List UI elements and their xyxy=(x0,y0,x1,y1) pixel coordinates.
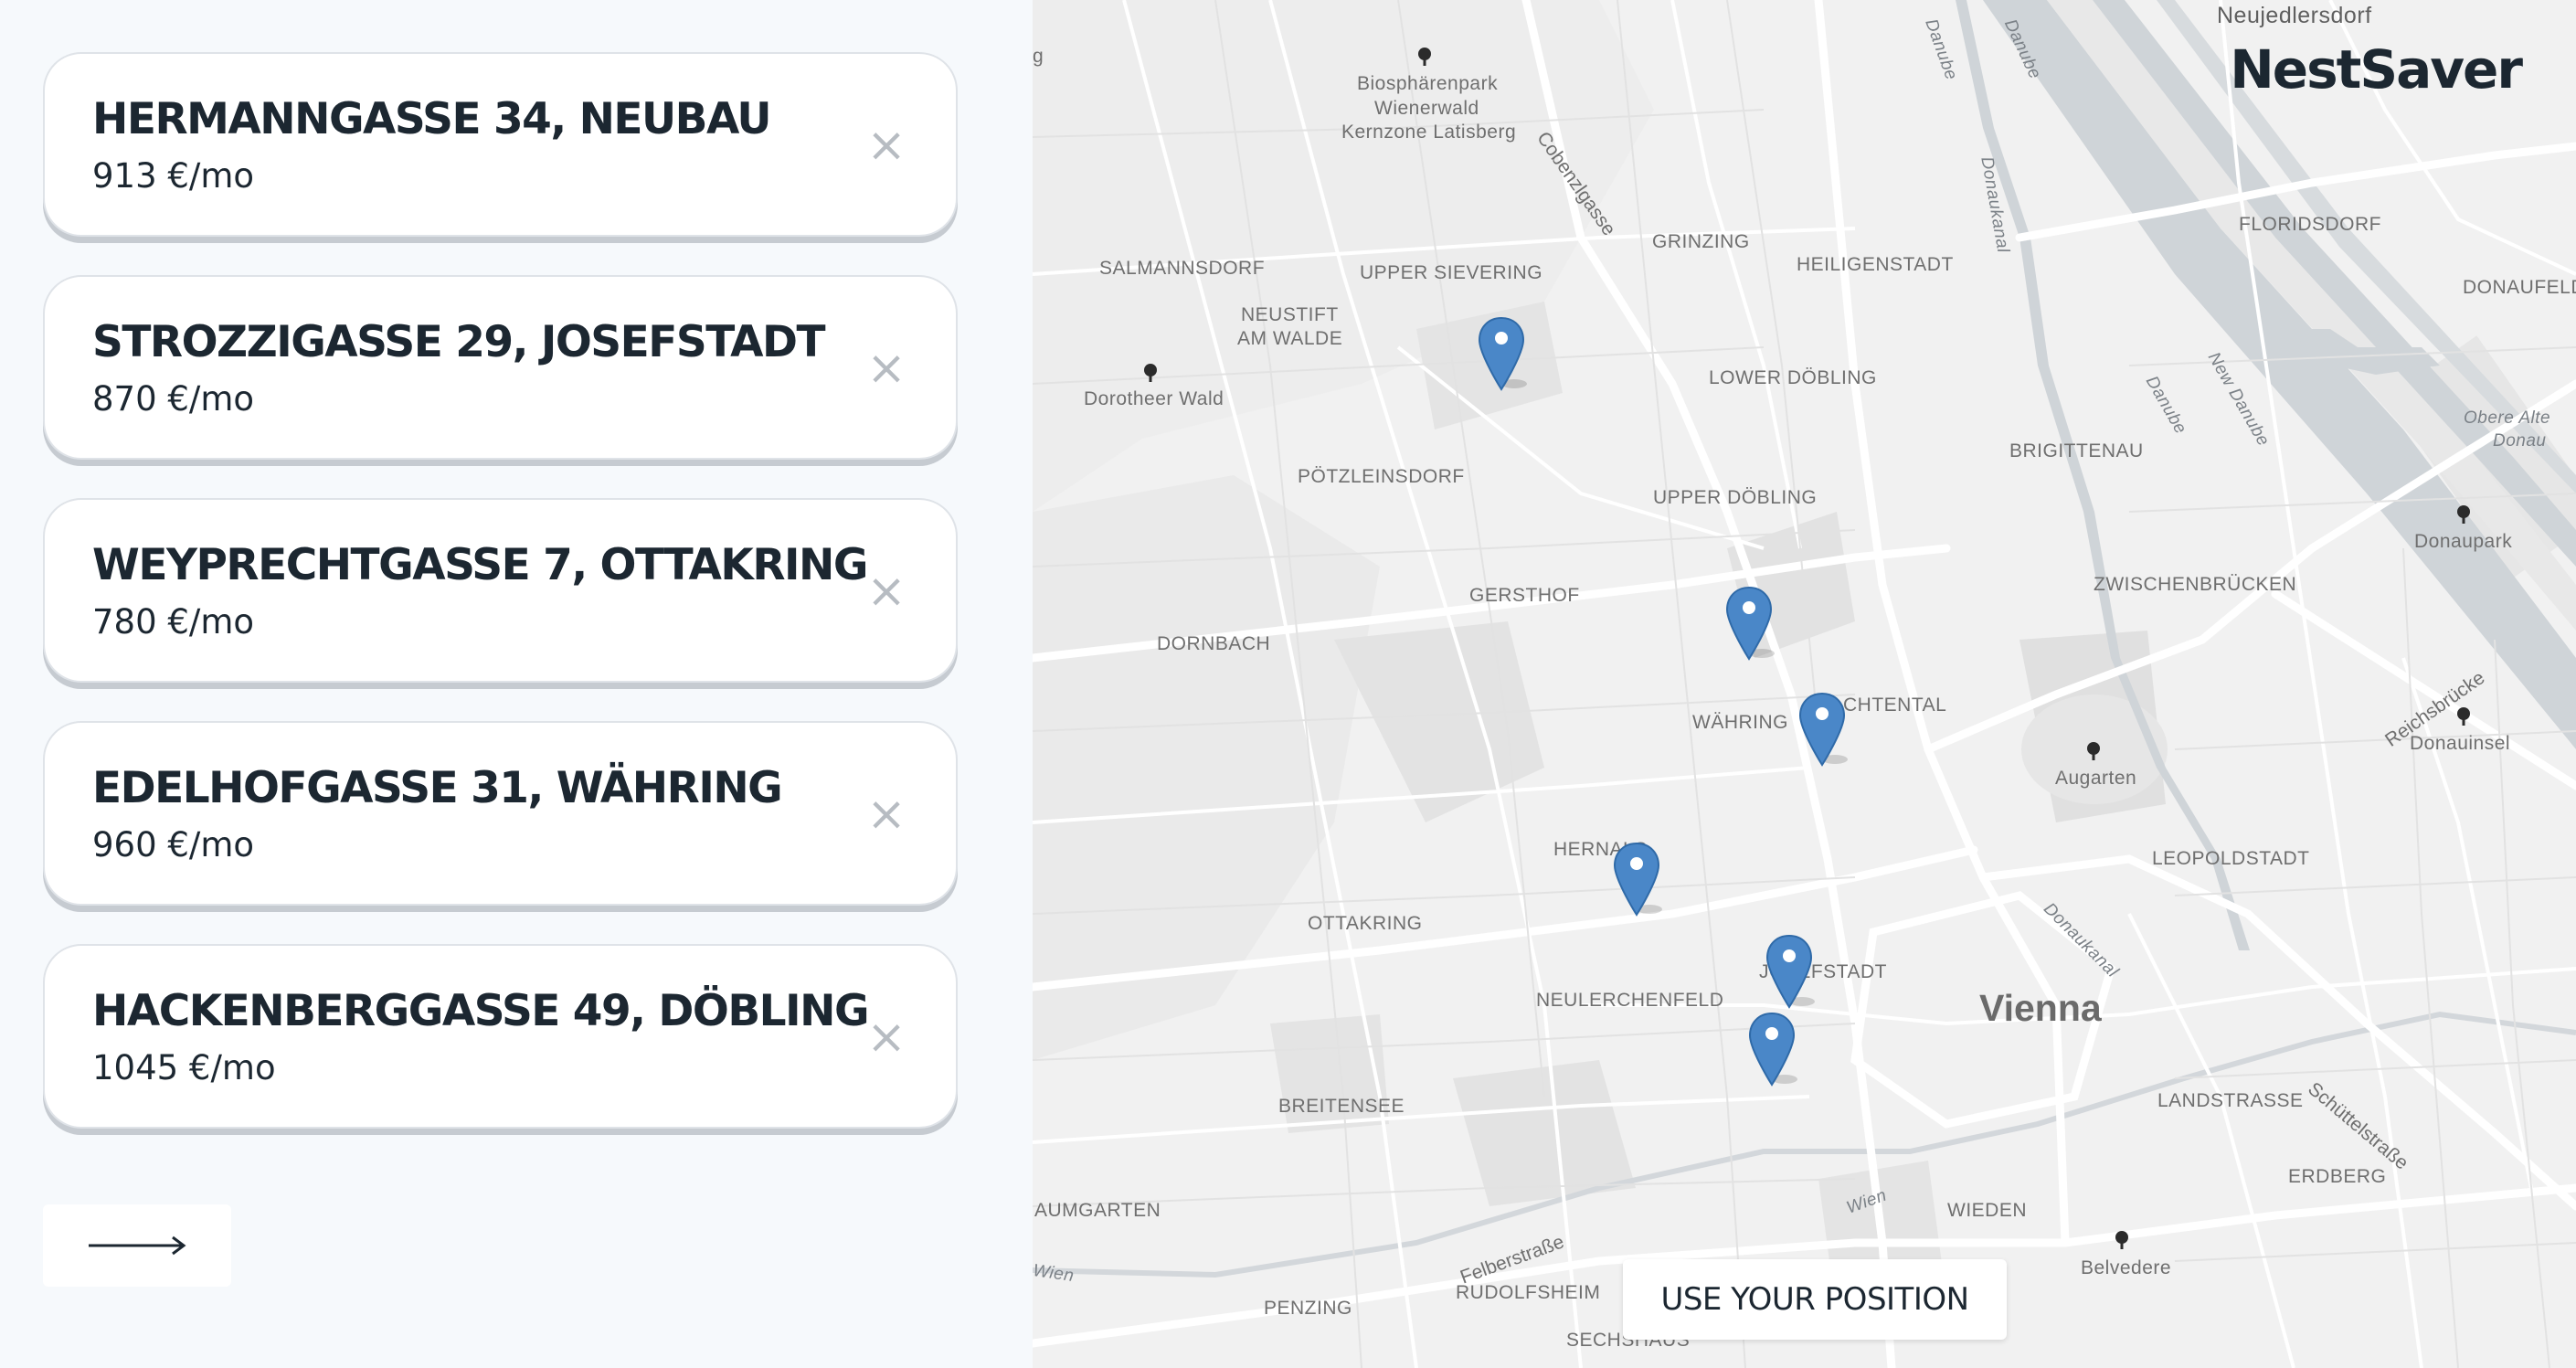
tree-icon xyxy=(2115,1231,2128,1249)
close-icon[interactable]: × xyxy=(866,1013,906,1061)
map-pin-icon[interactable] xyxy=(1748,1012,1803,1088)
place-label: OTTAKRING xyxy=(1308,913,1423,934)
listing-price: 780 €/mo xyxy=(92,602,255,642)
listing-card[interactable]: WEYPRECHTGASSE 7, OTTAKRING 780 €/mo × xyxy=(43,498,958,683)
listing-price: 870 €/mo xyxy=(92,379,255,419)
place-label: ZWISCHENBRÜCKEN xyxy=(2094,574,2297,595)
place-label: CHTENTAL xyxy=(1843,695,1947,716)
place-label: HEILIGENSTADT xyxy=(1797,254,1954,275)
place-label: AM WALDE xyxy=(1237,328,1343,349)
place-label: BRIGITTENAU xyxy=(2009,440,2144,461)
place-label: SALMANNSDORF xyxy=(1099,258,1266,279)
listing-price: 1045 €/mo xyxy=(92,1048,276,1087)
place-label: FLORIDSDORF xyxy=(2239,214,2382,235)
listing-address: EDELHOFGASSE 31, WÄHRING xyxy=(92,763,783,813)
listing-price: 960 €/mo xyxy=(92,825,255,864)
listing-card[interactable]: EDELHOFGASSE 31, WÄHRING 960 €/mo × xyxy=(43,721,958,906)
place-label: LOWER DÖBLING xyxy=(1709,367,1877,388)
place-label: PENZING xyxy=(1264,1298,1352,1319)
listing-address: HACKENBERGGASSE 49, DÖBLING xyxy=(92,986,870,1036)
place-label: LANDSTRASSE xyxy=(2157,1090,2304,1111)
place-label: RUDOLFSHEIM xyxy=(1456,1282,1601,1303)
map-pin-icon[interactable] xyxy=(1765,934,1820,1011)
long-arrow-right-icon xyxy=(89,1235,186,1256)
listings-panel: HERMANNGASSE 34, NEUBAU 913 €/mo × STROZ… xyxy=(0,0,1033,1368)
listing-card[interactable]: STROZZIGASSE 29, JOSEFSTADT 870 €/mo × xyxy=(43,275,958,460)
place-label: DONAUFELD xyxy=(2463,277,2576,298)
map-pin-icon[interactable] xyxy=(1798,692,1853,769)
place-label: g xyxy=(1033,46,1044,67)
place-label: Neujedlersdorf xyxy=(2217,3,2372,28)
place-label: Dorotheer Wald xyxy=(1084,388,1224,409)
map-pin-icon[interactable] xyxy=(1725,586,1780,663)
map-pin-icon[interactable] xyxy=(1478,316,1532,393)
place-label: WIEDEN xyxy=(1947,1200,2027,1221)
place-label: LEOPOLDSTADT xyxy=(2152,848,2310,869)
listing-address: HERMANNGASSE 34, NEUBAU xyxy=(92,94,772,144)
listing-card[interactable]: HACKENBERGGASSE 49, DÖBLING 1045 €/mo × xyxy=(43,944,958,1129)
place-label: WÄHRING xyxy=(1692,712,1788,733)
close-icon[interactable]: × xyxy=(866,122,906,169)
place-label: UPPER SIEVERING xyxy=(1360,262,1543,283)
place-label: Belvedere xyxy=(2081,1257,2172,1278)
listing-address: STROZZIGASSE 29, JOSEFSTADT xyxy=(92,317,826,367)
place-label: NEUSTIFT xyxy=(1241,304,1339,325)
river-label: Obere Alte xyxy=(2464,408,2551,428)
place-label: Biosphärenpark xyxy=(1357,73,1499,94)
tree-icon xyxy=(2087,742,2100,760)
place-label: BREITENSEE xyxy=(1278,1096,1405,1117)
map[interactable]: Neujedlersdorf Biosphärenpark Wienerwald… xyxy=(1033,0,2576,1368)
place-label: Donaupark xyxy=(2414,531,2513,552)
tree-icon xyxy=(1144,364,1157,382)
map-base xyxy=(1033,0,2576,1368)
place-label: Augarten xyxy=(2055,768,2137,789)
place-label: GRINZING xyxy=(1652,231,1750,252)
close-icon[interactable]: × xyxy=(866,567,906,615)
map-pin-icon[interactable] xyxy=(1613,842,1668,918)
close-icon[interactable]: × xyxy=(866,345,906,392)
close-icon[interactable]: × xyxy=(866,790,906,838)
listing-card[interactable]: HERMANNGASSE 34, NEUBAU 913 €/mo × xyxy=(43,52,958,237)
tree-icon xyxy=(1418,48,1431,66)
place-label: Kernzone Latisberg xyxy=(1341,122,1517,143)
next-button[interactable] xyxy=(43,1204,231,1287)
listing-address: WEYPRECHTGASSE 7, OTTAKRING xyxy=(92,540,868,590)
place-label: AUMGARTEN xyxy=(1034,1200,1161,1221)
place-label: Wienerwald xyxy=(1374,98,1479,119)
tree-icon xyxy=(2457,505,2470,524)
place-label: NEULERCHENFELD xyxy=(1536,990,1724,1011)
place-label: PÖTZLEINSDORF xyxy=(1298,466,1465,487)
river-label: Donau xyxy=(2493,431,2547,451)
listing-price: 913 €/mo xyxy=(92,156,255,196)
place-label: Donauinsel xyxy=(2410,733,2511,754)
place-label: GERSTHOF xyxy=(1469,585,1580,606)
city-label: Vienna xyxy=(1979,987,2102,1029)
place-label: DORNBACH xyxy=(1157,633,1271,654)
brand-logo: NestSaver xyxy=(2230,38,2523,101)
place-label: ERDBERG xyxy=(2288,1166,2387,1187)
use-position-button[interactable]: USE YOUR POSITION xyxy=(1623,1259,2007,1340)
place-label: UPPER DÖBLING xyxy=(1653,487,1818,508)
tree-icon xyxy=(2457,707,2470,726)
